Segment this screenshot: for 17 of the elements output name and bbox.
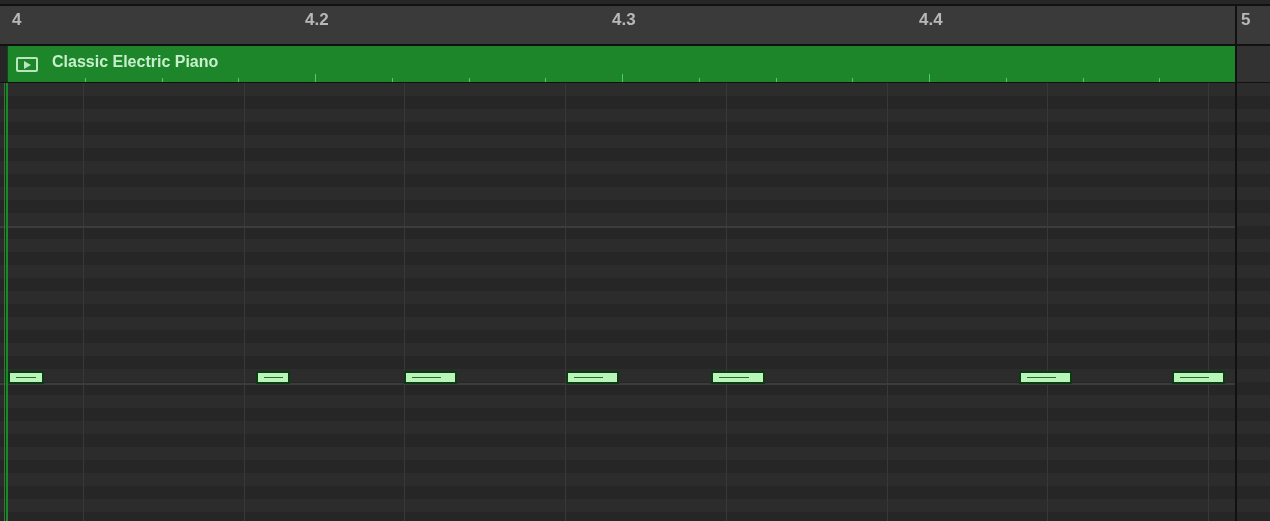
midi-note[interactable] — [566, 371, 619, 384]
play-icon — [16, 56, 38, 72]
timeline-ruler[interactable]: 4 4.2 4.3 4.4 5 — [0, 4, 1270, 46]
midi-note[interactable] — [711, 371, 765, 384]
ruler-marker: 4 — [12, 10, 22, 30]
ruler-marker: 4.2 — [305, 10, 329, 30]
ruler-marker: 5 — [1241, 10, 1251, 30]
ruler-marker: 4.4 — [919, 10, 943, 30]
midi-region[interactable]: Classic Electric Piano — [7, 46, 1235, 82]
midi-note[interactable] — [404, 371, 457, 384]
midi-note[interactable] — [1019, 371, 1072, 384]
end-marker-line — [1235, 6, 1237, 44]
midi-note[interactable] — [256, 371, 290, 384]
ruler-marker: 4.3 — [612, 10, 636, 30]
region-name: Classic Electric Piano — [52, 53, 219, 71]
midi-note[interactable] — [1172, 371, 1225, 384]
midi-note[interactable] — [8, 371, 44, 384]
